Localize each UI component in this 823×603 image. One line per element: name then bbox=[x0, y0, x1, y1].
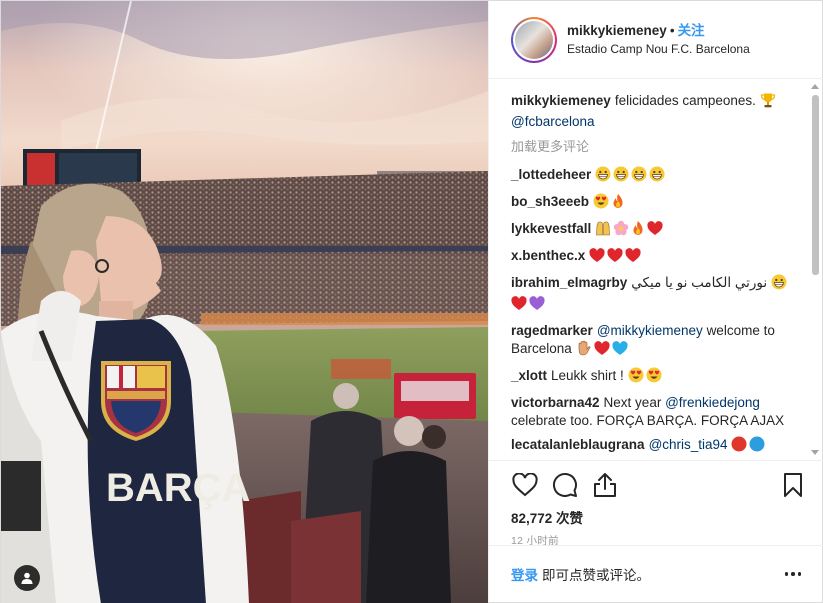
scroll-down-arrow-icon[interactable] bbox=[811, 450, 819, 455]
grin-emoji-icon bbox=[631, 166, 647, 187]
likes-count[interactable]: 82,772 次赞 bbox=[511, 510, 807, 528]
fire-emoji-icon bbox=[631, 220, 645, 241]
heart-emoji-icon bbox=[607, 248, 623, 268]
share-button[interactable] bbox=[591, 471, 619, 499]
heart-eyes-emoji-icon bbox=[646, 367, 662, 388]
comment-text: نورتي الكامب نو يا ميكي bbox=[631, 275, 768, 290]
comment-item: lykkevestfall bbox=[511, 220, 801, 241]
scroll-up-arrow-icon[interactable] bbox=[811, 84, 819, 89]
avatar-border bbox=[513, 18, 555, 61]
person-icon bbox=[21, 572, 33, 584]
comments-list[interactable]: mikkykiemeney felicidades campeones. @fcb… bbox=[489, 80, 823, 460]
comment-item: x.benthec.x bbox=[511, 247, 801, 268]
photo-illustration: BARÇA bbox=[1, 1, 488, 603]
caption-username[interactable]: mikkykiemeney bbox=[511, 93, 611, 108]
wave-hand-emoji-icon bbox=[576, 340, 592, 361]
heart-emoji-icon bbox=[593, 341, 610, 361]
comment-text: Leukk shirt ! bbox=[551, 368, 624, 383]
tagged-users-button[interactable] bbox=[14, 565, 40, 591]
grin-emoji-icon bbox=[613, 166, 629, 187]
login-prompt: 即可点赞或评论。 bbox=[542, 568, 650, 583]
scroll-thumb[interactable] bbox=[812, 95, 819, 275]
dot-1 bbox=[784, 572, 788, 576]
post-photo[interactable]: BARÇA bbox=[1, 1, 488, 603]
comment-username[interactable]: ragedmarker bbox=[511, 323, 593, 338]
save-button[interactable] bbox=[779, 471, 807, 499]
comment-rows: _lottedeheer bo_sh3eeeb lykkevestfall x.ben… bbox=[511, 166, 801, 460]
comment-mention[interactable]: @frenkiedejong bbox=[665, 395, 760, 410]
header-username[interactable]: mikkykiemeney bbox=[567, 23, 667, 38]
follow-button[interactable]: 关注 bbox=[678, 23, 705, 38]
comment-mention[interactable]: @chris_tia94 bbox=[649, 437, 728, 452]
bookmark-icon bbox=[784, 473, 802, 497]
caption-mention[interactable]: @fcbarcelona bbox=[511, 114, 595, 129]
grin-emoji-icon bbox=[771, 274, 787, 295]
comment-username[interactable]: lykkevestfall bbox=[511, 221, 591, 236]
comment-username[interactable]: _lottedeheer bbox=[511, 167, 591, 182]
caption: mikkykiemeney felicidades campeones. @fcb… bbox=[511, 92, 801, 131]
header-row: mikkykiemeney • 关注 bbox=[567, 22, 750, 40]
comment-item: bo_sh3eeeb bbox=[511, 193, 801, 214]
comment-item: ragedmarker @mikkykiemeney welcome to Bar… bbox=[511, 322, 801, 361]
like-button[interactable] bbox=[511, 471, 539, 499]
post-header: mikkykiemeney • 关注 Estadio Camp Nou F.C. B… bbox=[489, 1, 823, 79]
blossom-emoji-icon bbox=[613, 220, 629, 241]
comments-scrollbar[interactable] bbox=[809, 81, 821, 457]
post-side-panel: mikkykiemeney • 关注 Estadio Camp Nou F.C. B… bbox=[488, 1, 823, 602]
caption-emoji bbox=[760, 93, 778, 108]
heart-eyes-emoji-icon bbox=[593, 193, 609, 214]
header-text: mikkykiemeney • 关注 Estadio Camp Nou F.C. B… bbox=[567, 22, 750, 58]
heart-emoji-icon bbox=[589, 248, 605, 268]
heart-emoji-icon bbox=[625, 248, 641, 268]
action-icons bbox=[511, 461, 807, 509]
login-bar: 登录 即可点赞或评论。 bbox=[489, 545, 823, 602]
blue-circle-emoji-icon bbox=[749, 436, 765, 457]
comment-item: lecatalanleblaugrana @chris_tia94 bbox=[511, 436, 801, 457]
comment-text: celebrate too. FORÇA BARÇA. FORÇA AJAX bbox=[511, 413, 785, 428]
login-link[interactable]: 登录 bbox=[511, 564, 538, 584]
raised-hands-emoji-icon bbox=[595, 220, 611, 241]
comment-username[interactable]: lecatalanleblaugrana bbox=[511, 437, 645, 452]
comment-username[interactable]: victorbarna42 bbox=[511, 395, 600, 410]
heart-emoji-icon bbox=[511, 296, 527, 316]
svg-text:BARÇA: BARÇA bbox=[106, 466, 250, 510]
trophy-emoji-icon bbox=[760, 92, 776, 113]
dot-2 bbox=[791, 572, 795, 576]
blue-heart-emoji-icon bbox=[611, 341, 628, 361]
comment-text-before: Next year bbox=[603, 395, 662, 410]
comment-item: _xlott Leukk shirt ! bbox=[511, 367, 801, 388]
comment-item: ibrahim_elmagrby نورتي الكامب نو يا ميكي bbox=[511, 274, 801, 316]
purple-heart-emoji-icon bbox=[529, 296, 545, 316]
post-actions: 82,772 次赞 12 小时前 bbox=[489, 460, 823, 548]
story-ring[interactable] bbox=[511, 16, 557, 63]
heart-emoji-icon bbox=[647, 221, 663, 241]
comment-username[interactable]: x.benthec.x bbox=[511, 248, 585, 263]
comment-username[interactable]: ibrahim_elmagrby bbox=[511, 275, 627, 290]
comment-username[interactable]: _xlott bbox=[511, 368, 547, 383]
heart-icon bbox=[512, 473, 538, 497]
fire-emoji-icon bbox=[611, 193, 625, 214]
load-more-comments-button[interactable]: 加载更多评论 bbox=[511, 138, 801, 156]
grin-emoji-icon bbox=[595, 166, 611, 187]
comment-username[interactable]: bo_sh3eeeb bbox=[511, 194, 589, 209]
comment-mention[interactable]: @mikkykiemeney bbox=[597, 323, 703, 338]
share-icon bbox=[594, 473, 616, 497]
red-circle-emoji-icon bbox=[731, 436, 747, 457]
post-dialog: BARÇA mikkykiemeney • 关注 Estadio Camp No… bbox=[0, 0, 823, 603]
heart-eyes-emoji-icon bbox=[628, 367, 644, 388]
comment-icon bbox=[553, 473, 577, 497]
comment-button[interactable] bbox=[551, 471, 579, 499]
caption-text: felicidades campeones. bbox=[614, 93, 756, 108]
grin-emoji-icon bbox=[649, 166, 665, 187]
dot-3 bbox=[797, 572, 801, 576]
location-link[interactable]: Estadio Camp Nou F.C. Barcelona bbox=[567, 40, 750, 58]
comment-item: _lottedeheer bbox=[511, 166, 801, 187]
more-options-icon[interactable] bbox=[784, 572, 801, 576]
header-separator: • bbox=[669, 22, 675, 38]
comment-item: victorbarna42 Next year @frenkiedejong ce… bbox=[511, 394, 801, 430]
avatar[interactable] bbox=[515, 20, 553, 59]
